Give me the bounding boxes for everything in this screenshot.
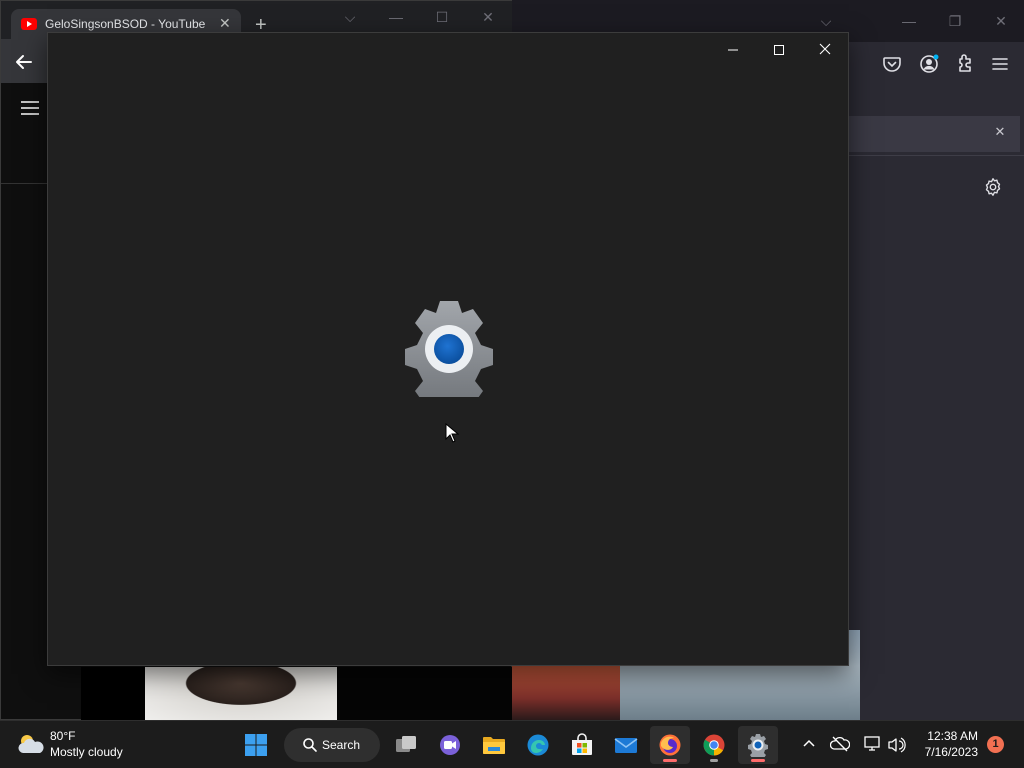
- mail-button[interactable]: [606, 726, 646, 764]
- hamburger-menu-icon[interactable]: [19, 99, 41, 117]
- tab-close-icon[interactable]: ✕: [219, 15, 231, 32]
- gear-icon[interactable]: [982, 176, 1004, 198]
- clock-date[interactable]: 7/16/2023: [900, 745, 978, 759]
- teams-chat-icon: [440, 735, 460, 755]
- chrome-close-button[interactable]: ✕: [473, 7, 503, 27]
- store-icon: [572, 733, 592, 755]
- account-icon[interactable]: [917, 52, 941, 76]
- firefox-minimize-button[interactable]: —: [897, 10, 921, 32]
- mail-icon: [614, 738, 638, 753]
- firefox-icon: [659, 734, 681, 756]
- notification-close-icon[interactable]: ✕: [990, 122, 1010, 142]
- notification-badge[interactable]: 1: [987, 736, 1004, 753]
- firefox-tabs-dropdown[interactable]: ⌵: [814, 10, 838, 32]
- onedrive-offline-icon[interactable]: [830, 733, 850, 755]
- video-thumbnail[interactable]: [512, 666, 620, 720]
- video-thumbnail[interactable]: [81, 667, 145, 721]
- chrome-minimize-button[interactable]: —: [381, 7, 411, 27]
- settings-button[interactable]: [738, 726, 778, 764]
- weather-description[interactable]: Mostly cloudy: [50, 745, 123, 759]
- maximize-button[interactable]: [763, 39, 795, 61]
- running-indicator: [663, 759, 677, 762]
- firefox-button[interactable]: [650, 726, 690, 764]
- video-thumbnail[interactable]: [145, 667, 337, 721]
- running-indicator: [710, 759, 718, 762]
- start-button[interactable]: [236, 726, 276, 764]
- edge-icon: [527, 734, 549, 756]
- video-thumbnail[interactable]: [337, 667, 512, 721]
- clock-time[interactable]: 12:38 AM: [900, 729, 978, 743]
- task-view-button[interactable]: [386, 726, 426, 764]
- menu-icon[interactable]: [988, 52, 1012, 76]
- running-indicator: [751, 759, 765, 762]
- search-label: Search: [322, 738, 361, 752]
- search-icon: [303, 738, 317, 752]
- pocket-icon[interactable]: [880, 52, 904, 76]
- minimize-button[interactable]: [717, 39, 749, 61]
- chrome-tabs-dropdown[interactable]: ⌵: [335, 7, 365, 27]
- youtube-icon: [21, 18, 37, 30]
- close-button[interactable]: [809, 39, 841, 61]
- microsoft-store-button[interactable]: [562, 726, 602, 764]
- chat-button[interactable]: [430, 726, 470, 764]
- firefox-close-button[interactable]: ✕: [989, 10, 1013, 32]
- settings-gear-icon: [748, 734, 768, 757]
- divider: [848, 155, 1024, 156]
- mouse-cursor-icon: [445, 423, 459, 443]
- task-view-icon: [396, 736, 416, 752]
- extensions-icon[interactable]: [953, 52, 977, 76]
- file-explorer-button[interactable]: [474, 726, 514, 764]
- settings-gear-icon: [405, 301, 493, 397]
- chrome-maximize-button[interactable]: ☐: [427, 7, 457, 27]
- back-arrow-icon[interactable]: [13, 51, 35, 73]
- edge-button[interactable]: [518, 726, 558, 764]
- chrome-icon: [703, 734, 725, 756]
- chrome-button[interactable]: [694, 726, 734, 764]
- firefox-restore-button[interactable]: ❐: [943, 10, 967, 32]
- settings-window: [47, 32, 849, 666]
- folder-icon: [483, 737, 505, 754]
- windows-logo-icon: [245, 734, 267, 756]
- weather-temperature[interactable]: 80°F: [50, 729, 75, 743]
- network-icon[interactable]: [862, 733, 882, 755]
- tab-title: GeloSingsonBSOD - YouTube: [45, 17, 206, 31]
- chevron-up-icon[interactable]: [800, 735, 818, 753]
- weather-cloudy-icon[interactable]: [16, 731, 44, 757]
